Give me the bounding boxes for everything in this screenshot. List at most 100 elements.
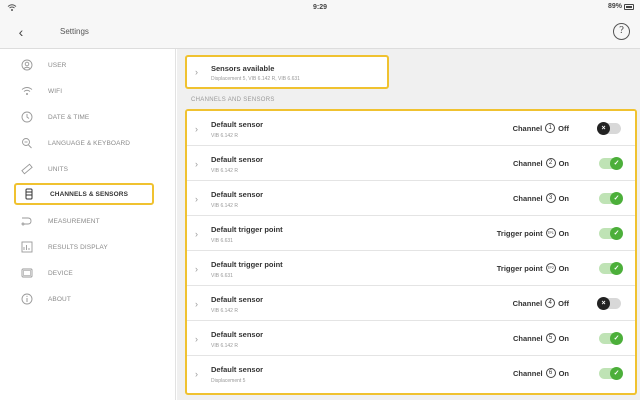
row-kind: Channel [512, 158, 543, 168]
row-state: Channel 1 Off [513, 123, 569, 133]
chevron-right-icon: › [195, 334, 198, 344]
row-state: Channel 3 On [513, 193, 569, 203]
sidebar-item-label: MEASUREMENT [48, 217, 100, 225]
trigger-number-badge: TP2 [545, 263, 556, 273]
chevron-right-icon: › [195, 299, 198, 309]
sidebar-item-language-keyboard[interactable]: LANGUAGE & KEYBOARD [14, 132, 154, 154]
check-icon: ✓ [610, 332, 623, 345]
chevron-right-icon: › [195, 194, 198, 204]
device-icon [20, 266, 34, 280]
channel-number-badge: 3 [545, 193, 556, 203]
chart-icon [20, 240, 34, 254]
channel-number-badge: 6 [545, 368, 556, 378]
row-kind: Channel [512, 298, 543, 308]
measurement-icon [20, 214, 34, 228]
sensor-icon [22, 187, 36, 201]
row-sensor: VIB 6.142 R [211, 308, 238, 314]
row-name: Default trigger point [211, 225, 283, 234]
row-name: Default sensor [211, 295, 264, 304]
channel-toggle[interactable]: × [597, 297, 621, 310]
sidebar-item-label: CHANNELS & SENSORS [50, 190, 129, 198]
trigger-row[interactable]: › Default trigger point VIB 6.631 Trigge… [187, 216, 635, 251]
language-icon [20, 136, 34, 150]
row-kind: Channel [512, 123, 543, 133]
row-state-text: On [558, 228, 569, 238]
chevron-right-icon: › [195, 159, 198, 169]
channel-toggle[interactable]: ✓ [599, 192, 623, 205]
sidebar-item-device[interactable]: DEVICE [14, 262, 154, 284]
sidebar-item-wifi[interactable]: WIFI [14, 80, 154, 102]
main-panel: › Sensors available Displacement 5, VIB … [177, 49, 640, 400]
chevron-right-icon: › [195, 369, 198, 379]
row-sensor: VIB 6.142 R [211, 343, 238, 349]
sidebar-item-measurement[interactable]: MEASUREMENT [14, 210, 154, 232]
user-icon [20, 58, 34, 72]
channel-toggle[interactable]: ✓ [599, 157, 623, 170]
chevron-right-icon: › [195, 264, 198, 274]
sidebar-item-label: USER [48, 61, 67, 69]
row-state: Channel 2 On [513, 158, 569, 168]
row-sensor: VIB 6.631 [211, 273, 233, 279]
sidebar-item-label: UNITS [48, 165, 68, 173]
trigger-row[interactable]: › Default trigger point VIB 6.631 Trigge… [187, 251, 635, 286]
row-kind: Channel [512, 193, 543, 203]
wifi-icon [20, 84, 34, 98]
chevron-right-icon: › [195, 124, 198, 134]
channel-toggle[interactable]: × [597, 122, 621, 135]
channel-row[interactable]: › Default sensor VIB 6.142 R Channel 2 O… [187, 146, 635, 181]
row-kind: Trigger point [496, 228, 543, 238]
row-state-text: On [558, 193, 569, 203]
row-name: Default sensor [211, 120, 264, 129]
channel-toggle[interactable]: ✓ [599, 332, 623, 345]
row-name: Default sensor [211, 190, 264, 199]
channel-toggle[interactable]: ✓ [599, 367, 623, 380]
sidebar-item-label: DATE & TIME [48, 113, 90, 121]
trigger-toggle[interactable]: ✓ [599, 227, 623, 240]
sidebar-item-date-time[interactable]: DATE & TIME [14, 106, 154, 128]
row-state: Channel 5 On [513, 333, 569, 343]
sensors-available-title: Sensors available [211, 64, 275, 73]
close-icon: × [597, 297, 610, 310]
close-icon: × [597, 122, 610, 135]
sidebar-item-user[interactable]: USER [14, 54, 154, 76]
row-state-text: On [558, 158, 569, 168]
sensors-available-card[interactable]: › Sensors available Displacement 5, VIB … [185, 55, 389, 89]
sidebar-item-units[interactable]: UNITS [14, 158, 154, 180]
row-name: Default trigger point [211, 260, 283, 269]
trigger-number-badge: TP1 [545, 228, 556, 238]
status-time: 9:29 [312, 4, 327, 11]
row-kind: Channel [512, 368, 543, 378]
trigger-toggle[interactable]: ✓ [599, 262, 623, 275]
row-state-text: On [558, 368, 569, 378]
row-state: Channel 6 On [513, 368, 569, 378]
help-circle-icon[interactable]: ? [613, 23, 630, 40]
battery-indicator: 89% [608, 3, 634, 10]
row-sensor: Displacement 5 [211, 378, 246, 384]
row-sensor: VIB 6.142 R [211, 203, 238, 209]
row-name: Default sensor [211, 155, 264, 164]
channel-row[interactable]: › Default sensor VIB 6.142 R Channel 5 O… [187, 321, 635, 356]
row-name: Default sensor [211, 365, 264, 374]
row-state-text: Off [558, 123, 569, 133]
sidebar-item-label: DEVICE [48, 269, 73, 277]
channel-row[interactable]: › Default sensor VIB 6.142 R Channel 3 O… [187, 181, 635, 216]
sidebar-item-about[interactable]: ABOUT [14, 288, 154, 310]
row-sensor: VIB 6.142 R [211, 168, 238, 174]
row-state: Trigger point TP1 On [497, 228, 569, 238]
row-state-text: On [558, 263, 569, 273]
channel-row[interactable]: › Default sensor VIB 6.142 R Channel 1 O… [187, 111, 635, 146]
sidebar-item-results-display[interactable]: RESULTS DISPLAY [14, 236, 154, 258]
check-icon: ✓ [610, 192, 623, 205]
channel-row[interactable]: › Default sensor Displacement 5 Channel … [187, 356, 635, 391]
sidebar-item-channels-sensors[interactable]: CHANNELS & SENSORS [14, 183, 154, 205]
channel-number-badge: 2 [545, 158, 556, 168]
row-sensor: VIB 6.142 R [211, 133, 238, 139]
settings-sidebar: USER WIFI DATE & TIME LANGUAGE & KEYBOAR… [0, 49, 176, 400]
channel-number-badge: 1 [545, 123, 556, 133]
sidebar-item-label: WIFI [48, 87, 63, 95]
row-name: Default sensor [211, 330, 264, 339]
back-chevron-icon[interactable]: ‹ [12, 23, 30, 41]
channel-row[interactable]: › Default sensor VIB 6.142 R Channel 4 O… [187, 286, 635, 321]
row-kind: Trigger point [496, 263, 543, 273]
sidebar-item-label: RESULTS DISPLAY [48, 243, 108, 251]
